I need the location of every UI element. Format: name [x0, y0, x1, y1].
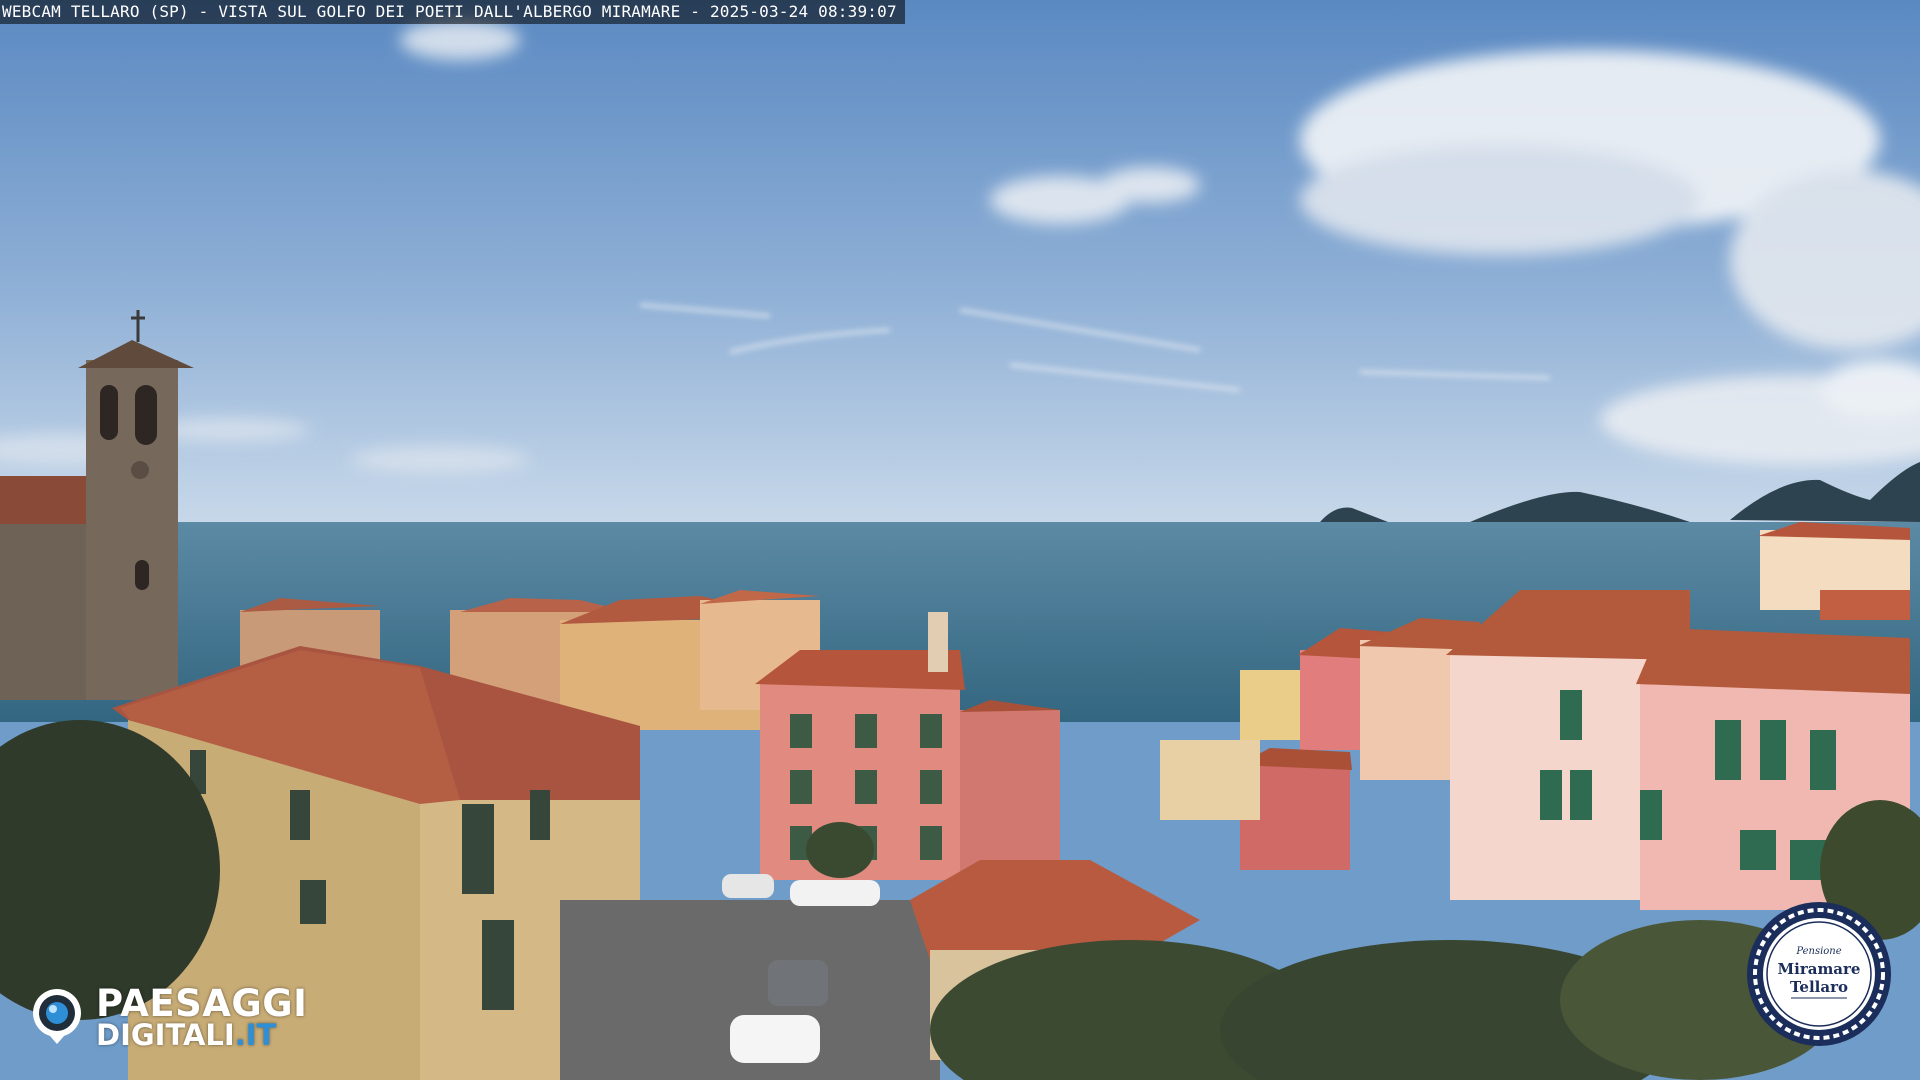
camera-lens-icon — [33, 989, 81, 1044]
paesaggi-digitali-logo: PAESAGGI DIGITALI.IT — [28, 982, 348, 1054]
webcam-scene — [0, 0, 1920, 1080]
logo-line-2: DIGITALI.IT — [96, 1018, 276, 1052]
logo-line-2-main: DIGITALI — [96, 1018, 235, 1052]
badge-line-2: Miramare — [1777, 960, 1861, 978]
badge-line-3: Tellaro — [1789, 978, 1848, 996]
street — [560, 874, 940, 1080]
miramare-tellaro-badge: Pensione Miramare Tellaro — [1745, 900, 1893, 1048]
badge-line-1: Pensione — [1796, 946, 1842, 957]
webcam-caption: WEBCAM TELLARO (SP) - VISTA SUL GOLFO DE… — [0, 0, 905, 24]
logo-line-2-suffix: .IT — [234, 1018, 277, 1052]
